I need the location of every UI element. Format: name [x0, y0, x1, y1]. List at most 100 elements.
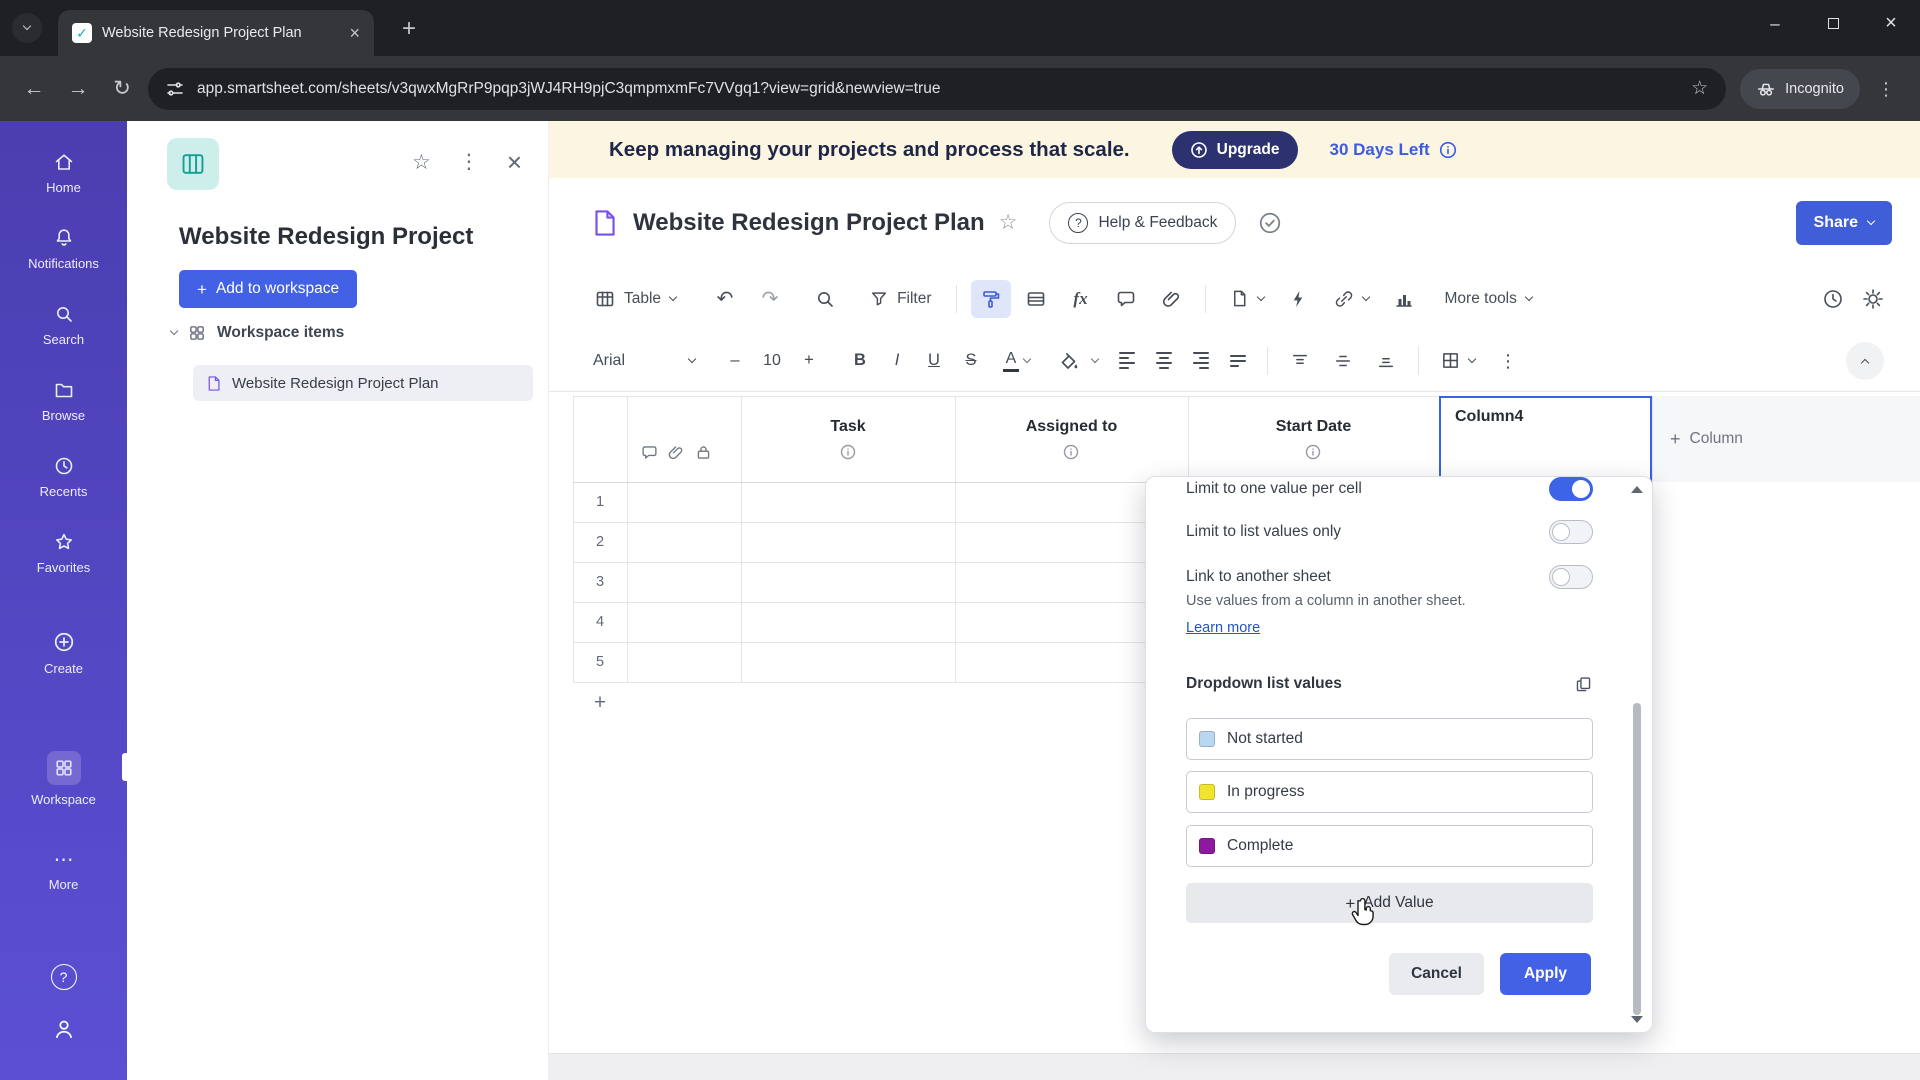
- strikethrough-button[interactable]: S: [954, 344, 988, 378]
- column-header-start-date[interactable]: Start Date: [1188, 412, 1439, 442]
- align-left-button[interactable]: [1119, 352, 1135, 369]
- limit-list-values-toggle[interactable]: [1549, 520, 1593, 544]
- scroll-up-arrow[interactable]: [1631, 486, 1643, 493]
- new-tab-button[interactable]: [402, 17, 416, 41]
- back-button[interactable]: [16, 71, 52, 107]
- info-icon[interactable]: [1439, 141, 1457, 159]
- browser-menu-button[interactable]: [1868, 71, 1904, 107]
- more-options-icon[interactable]: [459, 152, 479, 172]
- task-info-icon[interactable]: [840, 444, 856, 460]
- tab-close-icon[interactable]: [349, 24, 360, 42]
- scroll-down-arrow[interactable]: [1631, 1016, 1643, 1023]
- sidebar-item-notifications[interactable]: Notifications: [0, 211, 127, 287]
- row-number[interactable]: 5: [573, 642, 627, 682]
- row-number[interactable]: 4: [573, 602, 627, 642]
- row-number[interactable]: 1: [573, 482, 627, 522]
- bold-button[interactable]: B: [843, 344, 877, 378]
- attachment-button[interactable]: [1151, 280, 1191, 318]
- attachment-column-icon[interactable]: [667, 444, 684, 461]
- sidebar-item-create[interactable]: Create: [0, 615, 127, 691]
- font-family-dropdown[interactable]: Arial: [585, 352, 703, 370]
- tab-search-button[interactable]: [12, 13, 42, 43]
- help-feedback-button[interactable]: ? Help & Feedback: [1049, 201, 1237, 244]
- more-format-options-button[interactable]: [1488, 342, 1528, 380]
- limit-one-value-toggle[interactable]: [1549, 477, 1593, 501]
- wrap-text-button[interactable]: [1230, 354, 1246, 367]
- chevron-down-icon[interactable]: [1022, 354, 1032, 363]
- text-color-button[interactable]: A: [1003, 350, 1019, 372]
- help-button[interactable]: ?: [0, 964, 127, 990]
- sidebar-item-search[interactable]: Search: [0, 287, 127, 363]
- font-size-increase-button[interactable]: [792, 344, 826, 378]
- color-swatch[interactable]: [1199, 838, 1215, 854]
- assigned-to-info-icon[interactable]: [1063, 444, 1079, 460]
- font-size-decrease-button[interactable]: [718, 344, 752, 378]
- start-date-info-icon[interactable]: [1305, 444, 1321, 460]
- list-value-not-started[interactable]: Not started: [1186, 718, 1593, 760]
- column-header-assigned-to[interactable]: Assigned to: [955, 412, 1188, 442]
- sidebar-item-recents[interactable]: Recents: [0, 439, 127, 515]
- collapse-toolbar-button[interactable]: [1846, 341, 1884, 380]
- window-minimize-button[interactable]: [1746, 0, 1804, 46]
- view-switcher-button[interactable]: Table: [585, 279, 686, 319]
- close-panel-icon[interactable]: [507, 149, 522, 175]
- document-tools-button[interactable]: [1220, 279, 1274, 319]
- history-icon[interactable]: [1822, 288, 1844, 310]
- fill-color-button[interactable]: [1049, 342, 1089, 380]
- cell-format-button[interactable]: [1016, 280, 1056, 318]
- lock-column-icon[interactable]: [695, 444, 712, 461]
- underline-button[interactable]: U: [917, 344, 951, 378]
- align-right-button[interactable]: [1193, 352, 1209, 369]
- account-avatar[interactable]: [0, 1017, 127, 1041]
- cancel-button[interactable]: Cancel: [1389, 953, 1484, 995]
- sidebar-item-home[interactable]: Home: [0, 135, 127, 211]
- comment-button[interactable]: [1106, 280, 1146, 318]
- horizontal-scrollbar[interactable]: [549, 1053, 1920, 1080]
- browser-tab[interactable]: Website Redesign Project Plan: [58, 10, 374, 56]
- popup-scrollbar-thumb[interactable]: [1633, 703, 1641, 1015]
- color-swatch[interactable]: [1199, 731, 1215, 747]
- link-tools-button[interactable]: [1324, 279, 1379, 319]
- sidebar-item-more[interactable]: More: [0, 833, 127, 909]
- apply-button[interactable]: Apply: [1499, 953, 1591, 995]
- forward-button[interactable]: [60, 71, 96, 107]
- list-value-in-progress[interactable]: In progress: [1186, 771, 1593, 813]
- format-painter-button[interactable]: [970, 279, 1011, 318]
- workspace-items-section[interactable]: Workspace items: [169, 324, 344, 342]
- learn-more-link[interactable]: Learn more: [1186, 620, 1260, 636]
- column-header-task[interactable]: Task: [741, 412, 955, 442]
- reload-button[interactable]: [104, 71, 140, 107]
- add-row-button[interactable]: [573, 684, 627, 722]
- list-value-complete[interactable]: Complete: [1186, 825, 1593, 867]
- filter-button[interactable]: Filter: [860, 279, 941, 319]
- formula-button[interactable]: fx: [1061, 280, 1101, 318]
- favorite-star-icon[interactable]: [999, 212, 1018, 233]
- sidebar-item-favorites[interactable]: Favorites: [0, 515, 127, 591]
- redo-button[interactable]: [750, 280, 790, 318]
- add-to-workspace-button[interactable]: Add to workspace: [179, 270, 358, 308]
- workspace-item-selected[interactable]: Website Redesign Project Plan: [193, 365, 533, 401]
- font-size-value[interactable]: 10: [755, 352, 789, 370]
- add-column-button[interactable]: Column: [1652, 396, 1920, 482]
- color-swatch[interactable]: [1199, 784, 1215, 800]
- chevron-down-icon[interactable]: [1090, 354, 1100, 363]
- copy-icon[interactable]: [1574, 675, 1593, 694]
- site-info-icon[interactable]: [166, 80, 184, 98]
- row-number[interactable]: 3: [573, 562, 627, 602]
- search-button[interactable]: [805, 280, 845, 318]
- vertical-align-bottom-button[interactable]: [1366, 342, 1406, 380]
- window-maximize-button[interactable]: [1804, 0, 1862, 46]
- sidebar-item-browse[interactable]: Browse: [0, 363, 127, 439]
- column-header-column4-selected[interactable]: Column4: [1439, 396, 1652, 482]
- upgrade-button[interactable]: Upgrade: [1171, 130, 1298, 169]
- vertical-align-top-button[interactable]: [1280, 342, 1320, 380]
- comment-column-icon[interactable]: [641, 444, 658, 461]
- italic-button[interactable]: I: [880, 344, 914, 378]
- automation-button[interactable]: [1279, 280, 1319, 318]
- vertical-align-middle-button[interactable]: [1323, 342, 1363, 380]
- more-tools-button[interactable]: More tools: [1435, 279, 1542, 319]
- share-button[interactable]: Share: [1795, 200, 1892, 245]
- bookmark-star-icon[interactable]: [1691, 79, 1708, 98]
- undo-button[interactable]: [705, 280, 745, 318]
- chart-button[interactable]: [1384, 280, 1424, 318]
